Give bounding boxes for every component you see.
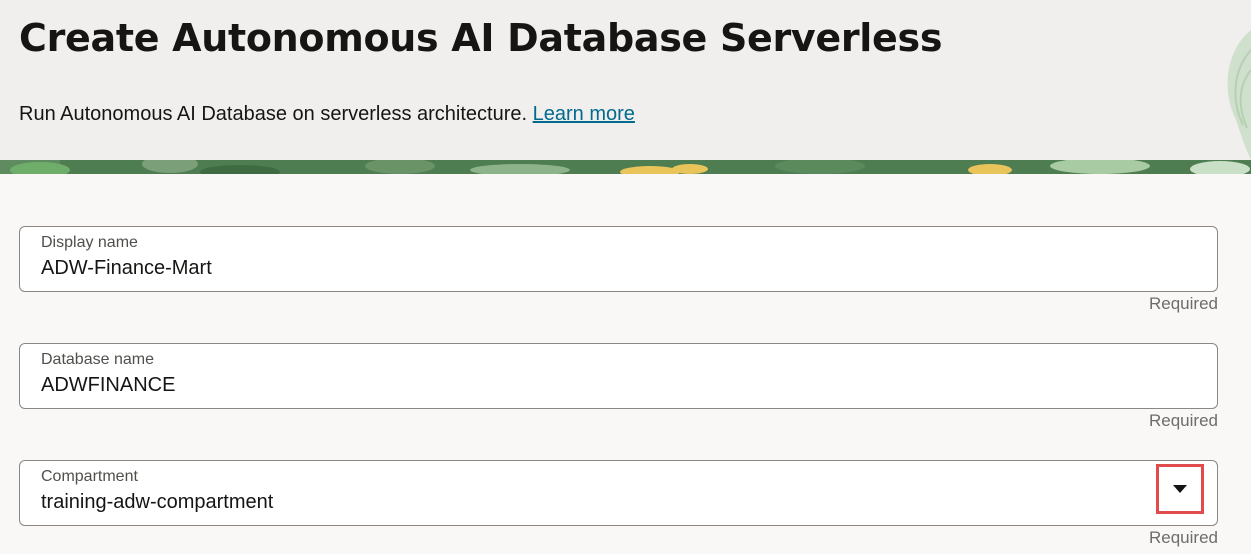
compartment-dropdown-button[interactable] bbox=[1156, 464, 1204, 514]
display-name-required-hint: Required bbox=[1149, 294, 1218, 313]
display-name-value[interactable]: ADW-Finance-Mart bbox=[41, 257, 212, 280]
database-name-value[interactable]: ADWFINANCE bbox=[41, 374, 175, 397]
page-title: Create Autonomous AI Database Serverless bbox=[19, 16, 943, 60]
database-name-field[interactable]: Database name ADWFINANCE bbox=[19, 343, 1218, 409]
page-subtitle: Run Autonomous AI Database on serverless… bbox=[19, 103, 635, 126]
page-header: Create Autonomous AI Database Serverless… bbox=[0, 0, 1251, 160]
decorative-banner bbox=[0, 160, 1251, 174]
chevron-down-icon bbox=[1173, 485, 1187, 493]
decorative-leaf-art bbox=[1227, 30, 1251, 160]
learn-more-link[interactable]: Learn more bbox=[533, 103, 635, 125]
banner-pattern bbox=[0, 160, 1251, 174]
compartment-label: Compartment bbox=[41, 468, 138, 485]
subtitle-text: Run Autonomous AI Database on serverless… bbox=[19, 103, 528, 125]
compartment-value[interactable]: training-adw-compartment bbox=[41, 491, 273, 514]
database-name-required-hint: Required bbox=[1149, 411, 1218, 430]
compartment-required-hint: Required bbox=[1149, 528, 1218, 547]
compartment-select[interactable]: Compartment training-adw-compartment bbox=[19, 460, 1218, 526]
database-name-label: Database name bbox=[41, 351, 154, 368]
display-name-field[interactable]: Display name ADW-Finance-Mart bbox=[19, 226, 1218, 292]
display-name-label: Display name bbox=[41, 234, 138, 251]
